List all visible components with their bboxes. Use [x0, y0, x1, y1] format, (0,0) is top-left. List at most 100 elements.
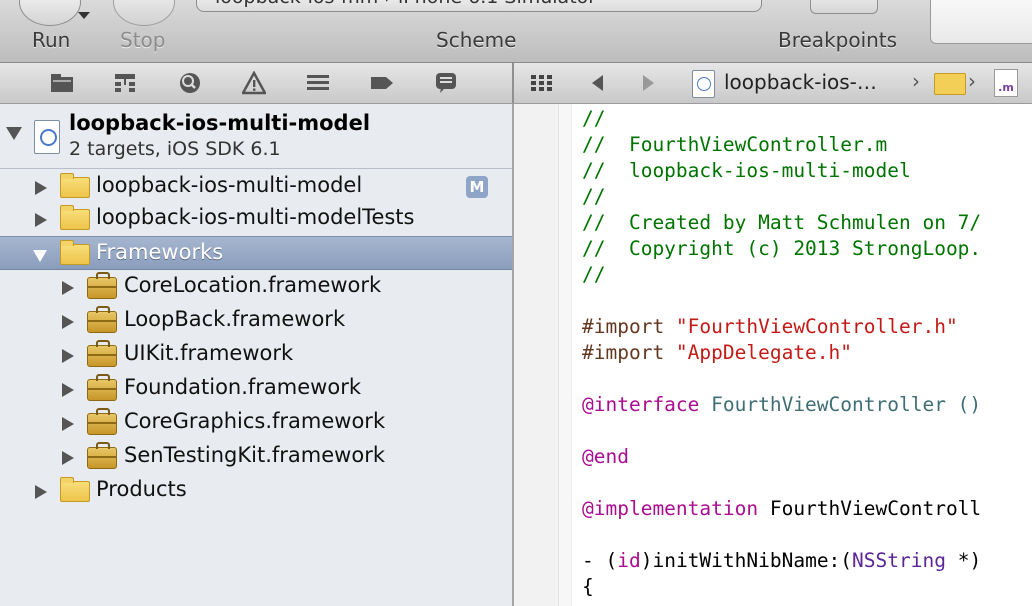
breakpoints-button[interactable] — [810, 0, 878, 14]
main-toolbar: Run Stop loopback-ios-mm › iPhone 6.1 Si… — [0, 0, 1032, 63]
tree-item-group[interactable]: loopback-ios-multi-model M — [0, 170, 512, 204]
tree-item-framework[interactable]: CoreGraphics.framework — [0, 406, 512, 440]
tree-item-label: SenTestingKit.framework — [124, 443, 385, 467]
code-token: "FourthViewController.h" — [675, 315, 958, 338]
code-line: @implementation FourthViewControll — [582, 496, 981, 522]
tree-item-label: LoopBack.framework — [124, 307, 346, 331]
debug-navigator-list-icon[interactable] — [304, 71, 332, 95]
code-line: // — [582, 107, 606, 130]
jump-bar-chevron-icon: › — [912, 69, 920, 93]
tree-item-group-selected[interactable]: Frameworks — [0, 236, 512, 270]
code-token: )initWithNibName:( — [640, 549, 853, 572]
tree-item-label: UIKit.framework — [124, 341, 294, 365]
symbol-navigator-hierarchy-icon[interactable] — [111, 71, 139, 95]
folder-icon — [60, 477, 90, 502]
disclosure-triangle-icon[interactable] — [62, 349, 74, 363]
code-folding-ribbon[interactable] — [559, 104, 572, 606]
tree-item-label: CoreGraphics.framework — [124, 409, 386, 433]
framework-toolbox-icon — [87, 272, 117, 299]
framework-toolbox-icon — [87, 442, 117, 469]
tree-item-label: loopback-ios-multi-modelTests — [96, 205, 415, 229]
modified-badge: M — [466, 176, 488, 198]
code-line: @interface FourthViewController () — [582, 392, 981, 418]
disclosure-triangle-icon[interactable] — [6, 127, 22, 140]
jump-bar-project[interactable]: loopback-ios-… — [724, 70, 877, 94]
code-token: NSString — [852, 549, 946, 572]
tree-item-label: loopback-ios-multi-model — [96, 173, 363, 197]
jump-bar-chevron-icon: › — [968, 69, 976, 93]
stop-label: Stop — [120, 28, 166, 52]
issue-navigator-warning-icon[interactable] — [240, 71, 268, 95]
folder-icon — [60, 240, 90, 265]
disclosure-triangle-icon[interactable] — [62, 315, 74, 329]
disclosure-triangle-open-icon[interactable] — [33, 250, 47, 262]
tree-item-group[interactable]: Products — [0, 474, 512, 508]
code-line: // loopback-ios-multi-model — [582, 159, 911, 182]
forward-arrow-icon[interactable] — [634, 71, 662, 95]
run-label: Run — [32, 28, 71, 52]
tree-item-group[interactable]: loopback-ios-multi-modelTests — [0, 202, 512, 236]
tree-item-label: Foundation.framework — [124, 375, 361, 399]
jump-bar-folder-icon[interactable] — [934, 73, 966, 95]
folder-icon — [60, 205, 90, 230]
run-menu-chevron-icon[interactable] — [78, 12, 90, 19]
project-file-icon — [692, 70, 715, 98]
framework-toolbox-icon — [87, 306, 117, 333]
search-navigator-magnifier-icon[interactable] — [176, 71, 204, 95]
tree-item-label: Frameworks — [96, 240, 224, 264]
disclosure-triangle-icon[interactable] — [62, 451, 74, 465]
code-token: #import — [582, 315, 676, 338]
jump-bar: loopback-ios-… › › .m — [528, 63, 1032, 103]
disclosure-triangle-icon[interactable] — [62, 383, 74, 397]
related-items-grid-icon[interactable] — [528, 71, 556, 95]
code-line: // Created by Matt Schmulen on 7/ — [582, 211, 982, 234]
framework-toolbox-icon — [87, 340, 117, 367]
disclosure-triangle-icon[interactable] — [35, 213, 47, 227]
disclosure-triangle-icon[interactable] — [62, 281, 74, 295]
code-token: "AppDelegate.h" — [675, 341, 853, 364]
code-line: // — [582, 263, 606, 286]
log-navigator-speech-bubble-icon[interactable] — [432, 71, 460, 95]
code-line: #import "FourthViewController.h" — [582, 314, 958, 340]
project-subtitle: 2 targets, iOS SDK 6.1 — [69, 138, 281, 160]
activity-view — [930, 0, 1032, 44]
tree-item-framework[interactable]: CoreLocation.framework — [0, 270, 512, 304]
disclosure-triangle-icon[interactable] — [35, 181, 47, 195]
implementation-file-icon[interactable]: .m — [994, 69, 1018, 97]
code-token: #import — [582, 341, 676, 364]
stop-button[interactable] — [113, 0, 175, 26]
line-gutter[interactable] — [514, 104, 559, 606]
tree-item-label: CoreLocation.framework — [124, 273, 382, 297]
disclosure-triangle-icon[interactable] — [62, 417, 74, 431]
scheme-label: Scheme — [436, 28, 517, 52]
code-token: *) — [945, 549, 982, 572]
project-name: loopback-ios-multi-model — [69, 111, 371, 135]
tree-item-label: Products — [96, 477, 187, 501]
run-button[interactable] — [19, 0, 81, 26]
project-row[interactable]: loopback-ios-multi-model 2 targets, iOS … — [0, 104, 512, 169]
code-line: { — [582, 575, 594, 598]
subbar-divider — [512, 63, 514, 103]
framework-toolbox-icon — [87, 408, 117, 435]
code-line: // Copyright (c) 2013 StrongLoop. — [582, 237, 982, 260]
back-arrow-icon[interactable] — [584, 71, 612, 95]
breakpoints-label: Breakpoints — [778, 28, 898, 52]
framework-toolbox-icon — [87, 374, 117, 401]
project-navigator-folder-icon[interactable] — [48, 71, 76, 95]
code-line: // FourthViewController.m — [582, 133, 888, 156]
tree-item-framework[interactable]: Foundation.framework — [0, 372, 512, 406]
disclosure-triangle-icon[interactable] — [35, 485, 47, 499]
code-token: FourthViewControll — [769, 497, 982, 520]
folder-icon — [60, 173, 90, 198]
breakpoint-navigator-tag-icon[interactable] — [368, 71, 396, 95]
code-token: - ( — [582, 549, 618, 572]
scheme-popup[interactable]: loopback-ios-mm › iPhone 6.1 Simulator — [196, 0, 762, 12]
code-token: FourthViewController () — [711, 393, 982, 416]
code-line: - (id)initWithNibName:(NSString *) — [582, 548, 981, 574]
code-line: // — [582, 185, 606, 208]
tree-item-framework[interactable]: UIKit.framework — [0, 338, 512, 372]
tree-item-framework[interactable]: SenTestingKit.framework — [0, 440, 512, 474]
source-editor[interactable]: // // FourthViewController.m // loopback… — [514, 104, 1032, 606]
tree-item-framework[interactable]: LoopBack.framework — [0, 304, 512, 338]
code-token: @implementation — [582, 497, 770, 520]
